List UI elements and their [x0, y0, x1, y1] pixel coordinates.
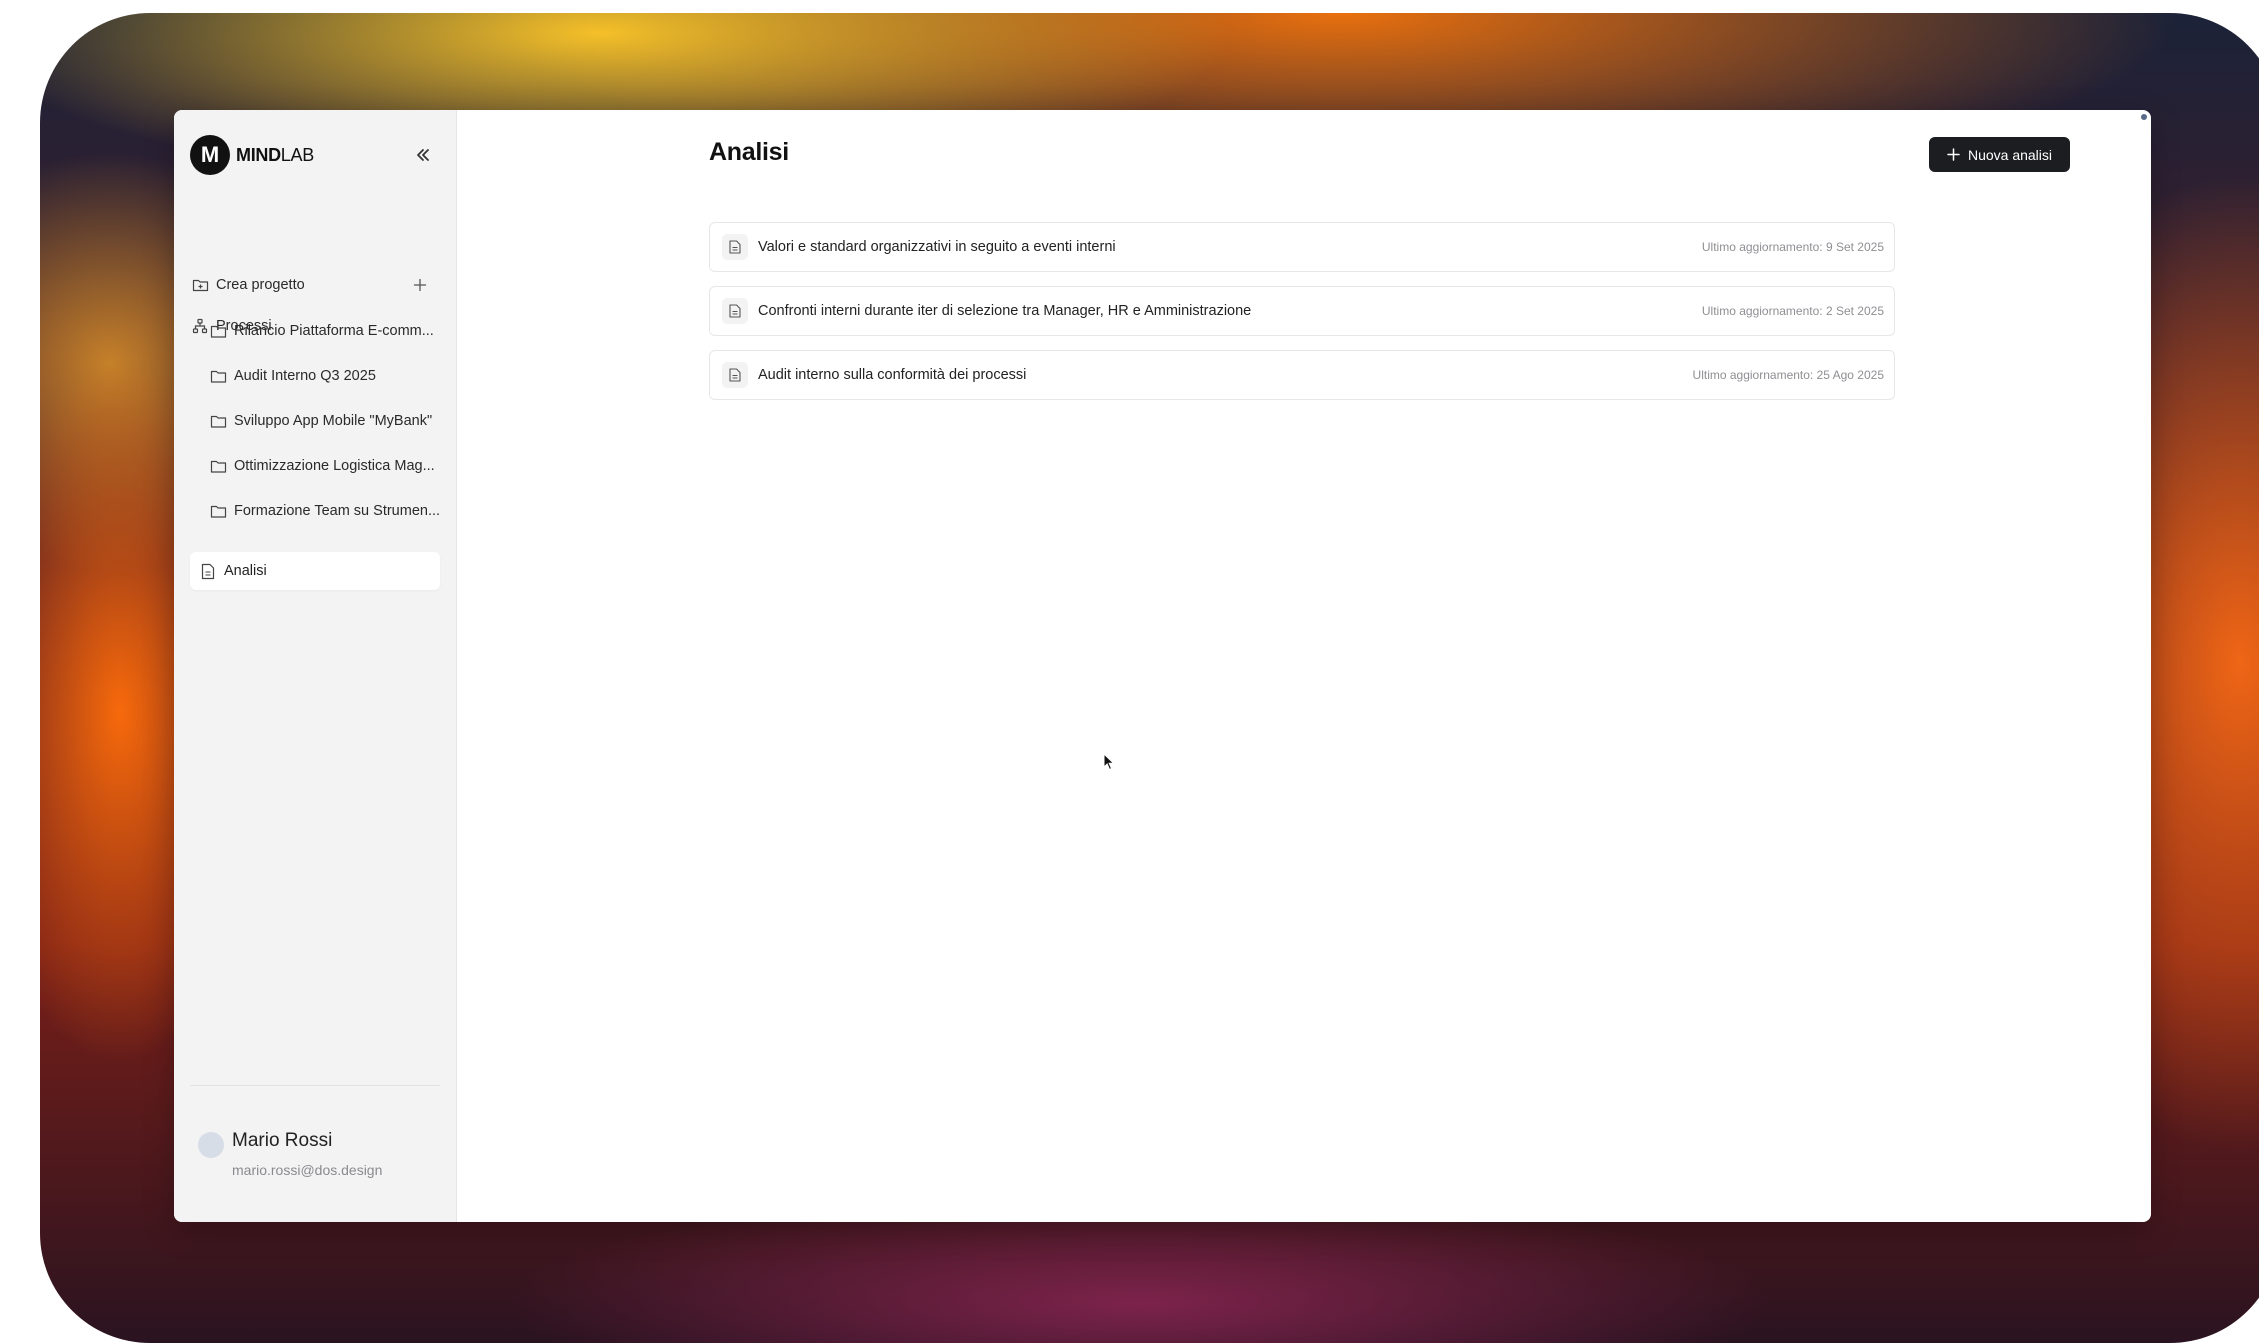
- sidebar-item-label: Crea progetto: [216, 277, 305, 293]
- add-project-button[interactable]: [408, 273, 432, 297]
- brand-name: MINDLAB: [236, 145, 314, 166]
- project-label: Rilancio Piattaforma E-comm...: [234, 323, 434, 339]
- app-window: M MINDLAB Processi Crea progetto Rilanci…: [174, 110, 2151, 1222]
- double-chevron-left-icon: [417, 149, 429, 161]
- brand-name-light: LAB: [280, 144, 314, 165]
- analysis-row[interactable]: Confronti interni durante iter di selezi…: [709, 286, 1895, 336]
- document-icon: [722, 362, 748, 388]
- project-label: Ottimizzazione Logistica Mag...: [234, 458, 435, 474]
- sitemap-icon: [190, 316, 210, 336]
- analysis-title: Audit interno sulla conformità dei proce…: [758, 367, 1027, 383]
- brand-name-bold: MIND: [236, 144, 281, 165]
- avatar: [198, 1132, 224, 1158]
- brand[interactable]: M MINDLAB: [190, 135, 314, 175]
- user-email: mario.rossi@dos.design: [232, 1162, 383, 1178]
- folder-plus-icon: [190, 275, 210, 295]
- project-item[interactable]: Rilancio Piattaforma E-comm...: [208, 319, 448, 343]
- project-item[interactable]: Sviluppo App Mobile "MyBank": [208, 409, 448, 433]
- main-content: Analisi Nuova analisi Valori e standard …: [457, 110, 2151, 1222]
- sidebar-item-analisi[interactable]: Analisi: [190, 552, 440, 590]
- plus-icon: [1947, 148, 1960, 161]
- document-icon: [722, 298, 748, 324]
- folder-icon: [208, 501, 228, 521]
- sidebar-item-label: Analisi: [224, 563, 267, 579]
- mouse-cursor-icon: [1103, 753, 1115, 771]
- new-analysis-button[interactable]: Nuova analisi: [1929, 137, 2070, 172]
- folder-icon: [208, 366, 228, 386]
- new-analysis-label: Nuova analisi: [1967, 146, 2053, 163]
- plus-icon: [413, 278, 427, 292]
- user-name: Mario Rossi: [232, 1130, 333, 1151]
- project-label: Audit Interno Q3 2025: [234, 368, 376, 384]
- folder-icon: [208, 321, 228, 341]
- analysis-updated: Ultimo aggiornamento: 2 Set 2025: [1701, 304, 1884, 318]
- analysis-row[interactable]: Valori e standard organizzativi in segui…: [709, 222, 1895, 272]
- brand-logo: M: [190, 135, 230, 175]
- analysis-updated: Ultimo aggiornamento: 25 Ago 2025: [1692, 368, 1884, 382]
- project-label: Formazione Team su Strumen...: [234, 503, 441, 519]
- analysis-updated: Ultimo aggiornamento: 9 Set 2025: [1701, 240, 1884, 254]
- sidebar-item-crea-progetto[interactable]: Crea progetto: [190, 273, 305, 297]
- document-icon: [722, 234, 748, 260]
- analysis-title: Confronti interni durante iter di selezi…: [758, 303, 1252, 319]
- sidebar: M MINDLAB Processi Crea progetto Rilanci…: [174, 110, 457, 1222]
- analysis-row[interactable]: Audit interno sulla conformità dei proce…: [709, 350, 1895, 400]
- document-icon: [198, 561, 218, 581]
- project-item[interactable]: Formazione Team su Strumen...: [208, 499, 448, 523]
- analysis-title: Valori e standard organizzativi in segui…: [758, 239, 1116, 255]
- project-item[interactable]: Ottimizzazione Logistica Mag...: [208, 454, 448, 478]
- folder-icon: [208, 456, 228, 476]
- page-title: Analisi: [709, 138, 789, 166]
- sidebar-divider: [190, 1085, 440, 1086]
- collapse-sidebar-button[interactable]: [408, 140, 438, 170]
- project-label: Sviluppo App Mobile "MyBank": [234, 413, 433, 429]
- folder-icon: [208, 411, 228, 431]
- project-item[interactable]: Audit Interno Q3 2025: [208, 364, 448, 388]
